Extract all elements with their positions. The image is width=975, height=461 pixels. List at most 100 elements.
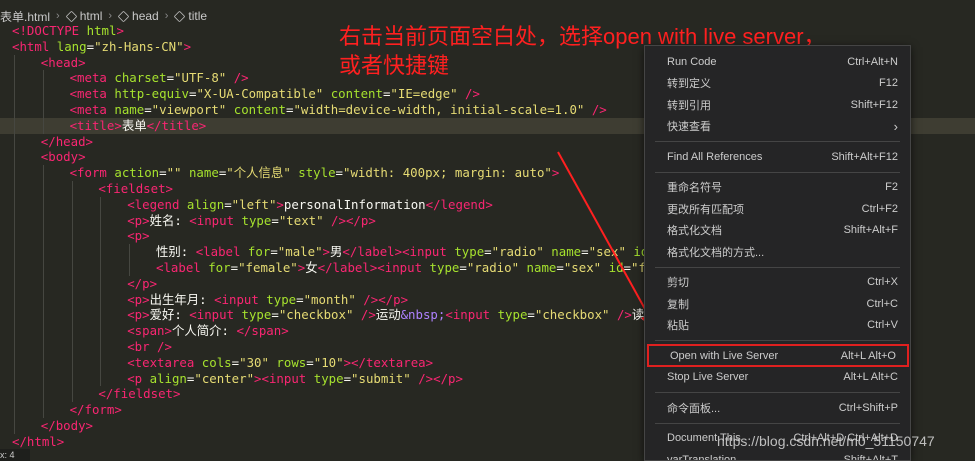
- menu-item[interactable]: varTranslation Shift+Alt+T: [645, 449, 910, 461]
- breadcrumb-item-head[interactable]: head: [132, 9, 159, 23]
- indent-guide: [100, 370, 102, 387]
- indent-guide: [42, 117, 44, 134]
- code-token: "10": [313, 354, 344, 370]
- indent-guide: [14, 165, 15, 181]
- watermark: https://blog.csdn.net/m0_51150747: [717, 433, 935, 449]
- indent-guide: [100, 228, 102, 245]
- indent-guide: [14, 291, 15, 308]
- indent-guide: [14, 101, 15, 118]
- element-icon: [117, 10, 130, 22]
- menu-item-label: Stop Live Server: [667, 371, 749, 383]
- code-token: >: [551, 165, 560, 181]
- menu-item[interactable]: 快速查看 ›: [645, 116, 910, 137]
- indent-guide: [71, 386, 73, 403]
- code-token: "viewport": [151, 101, 227, 117]
- code-token: <p>: [127, 212, 150, 228]
- menu-item[interactable]: 更改所有匹配项 Ctrl+F2: [645, 198, 910, 219]
- code-content: </form>: [70, 402, 122, 418]
- indent-guide: [42, 307, 44, 324]
- indent-guide: [14, 244, 15, 260]
- menu-item[interactable]: 转到引用 Shift+F12: [645, 94, 910, 115]
- code-token: =: [527, 307, 535, 323]
- code-token: <title>: [69, 117, 122, 133]
- menu-item-label: 粘贴: [667, 320, 689, 332]
- indent-guide: [14, 307, 15, 324]
- code-token: type: [454, 244, 485, 260]
- code-token: </html>: [12, 433, 65, 449]
- menu-item[interactable]: 格式化文档 Shift+Alt+F: [645, 220, 910, 241]
- code-token: =: [459, 259, 467, 275]
- code-token: <form: [69, 165, 115, 181]
- code-token: type: [241, 212, 272, 228]
- menu-item[interactable]: Find All References Shift+Alt+F12: [645, 146, 910, 167]
- indent-guide: [14, 133, 15, 150]
- code-token: type: [241, 307, 272, 323]
- menu-item[interactable]: Run Code Ctrl+Alt+N: [645, 51, 910, 72]
- menu-item[interactable]: 复制 Ctrl+C: [645, 293, 910, 314]
- indent-guide: [71, 244, 73, 260]
- menu-item-label: 快速查看: [667, 121, 711, 133]
- indent-guide: [100, 275, 102, 292]
- code-token: 运动: [375, 307, 401, 323]
- code-token: =: [484, 244, 492, 260]
- code-token: <meta: [69, 70, 115, 86]
- indent-guide: [42, 228, 44, 245]
- code-token: =: [271, 212, 279, 228]
- code-token: name: [181, 165, 219, 181]
- code-content: <span>个人简介: </span>: [127, 323, 288, 339]
- code-token: </title>: [146, 117, 207, 133]
- code-token: charset: [114, 70, 167, 86]
- breadcrumb-item-title[interactable]: title: [188, 9, 207, 23]
- indent-guide: [14, 275, 15, 292]
- menu-separator: [655, 171, 900, 173]
- code-token: type: [313, 370, 344, 386]
- code-content: <fieldset>: [98, 181, 173, 197]
- indent-guide: [71, 370, 73, 387]
- code-token: name: [543, 244, 582, 260]
- code-content: <textarea cols="30" rows="10"></textarea…: [127, 355, 433, 371]
- code-token: "IE=edge": [390, 86, 458, 102]
- code-token: personalInformation: [283, 196, 426, 212]
- menu-item[interactable]: 剪切 Ctrl+X: [645, 272, 910, 293]
- code-token: 姓名:: [149, 212, 190, 228]
- code-token: "sex": [588, 244, 626, 260]
- menu-item[interactable]: 格式化文档的方式...: [645, 241, 910, 262]
- indent-guide: [100, 354, 102, 371]
- menu-item[interactable]: 重命名符号 F2: [645, 177, 910, 198]
- breadcrumb-item-file[interactable]: 表单.html: [0, 8, 50, 25]
- code-token: =: [231, 354, 240, 370]
- code-token: 表单: [121, 117, 147, 133]
- code-token: /></p>: [355, 291, 409, 307]
- context-menu: Run Code Ctrl+Alt+N 转到定义 F12 转到引用 Shift+F12 快速…: [644, 45, 911, 461]
- code-token: <label: [195, 244, 248, 260]
- menu-item-label: Open with Live Server: [670, 349, 779, 362]
- code-token: 爱好:: [149, 307, 190, 323]
- code-token: </label><input: [342, 244, 455, 260]
- menu-item[interactable]: Stop Live Server Alt+L Alt+C: [645, 367, 910, 388]
- menu-item[interactable]: 转到定义 F12: [645, 73, 910, 94]
- breadcrumb-item-html[interactable]: html: [80, 9, 103, 23]
- indent-guide: [14, 196, 15, 213]
- indent-guide: [100, 259, 102, 276]
- code-token: />: [584, 101, 607, 117]
- indent-guide: [71, 323, 73, 339]
- indent-guide: [14, 180, 15, 197]
- menu-item[interactable]: 粘贴 Ctrl+V: [645, 315, 910, 336]
- code-token: "checkbox": [534, 307, 610, 323]
- code-token: =: [556, 259, 564, 275]
- menu-item[interactable]: Open with Live Server Alt+L Alt+O: [647, 344, 909, 367]
- menu-item-shortcut: Ctrl+C: [866, 297, 898, 310]
- code-token: <textarea: [127, 354, 202, 370]
- indent-guide: [14, 370, 15, 387]
- menu-item-shortcut: Shift+Alt+T: [843, 453, 898, 461]
- menu-item[interactable]: 命令面板... Ctrl+Shift+P: [645, 397, 910, 418]
- indent-guide: [42, 70, 44, 87]
- code-token: &nbsp;: [400, 307, 446, 323]
- indent-guide: [129, 244, 131, 260]
- code-token: align: [186, 196, 225, 212]
- code-token: =: [166, 70, 175, 86]
- code-content: <legend align="left">personalInformation…: [127, 197, 493, 213]
- indent-guide: [14, 212, 15, 229]
- menu-item-shortcut: Shift+Alt+F12: [831, 150, 898, 163]
- code-token: =: [581, 244, 589, 260]
